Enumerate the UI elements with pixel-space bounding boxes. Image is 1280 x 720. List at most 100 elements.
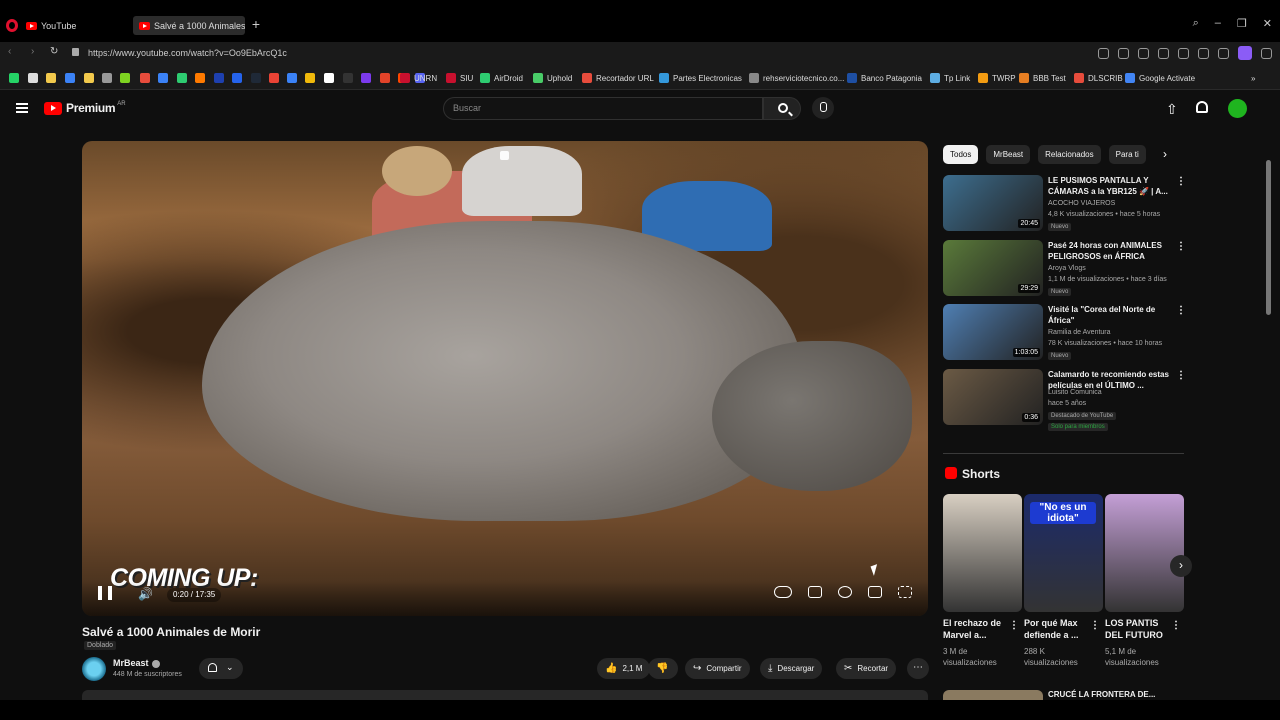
short-title[interactable]: LOS PANTIS DEL FUTURO bbox=[1105, 617, 1175, 641]
bookmark-icon[interactable] bbox=[120, 72, 130, 84]
heart-icon[interactable] bbox=[1178, 47, 1189, 59]
video-player[interactable]: COMING UP: 🔊 0:20 / 17:35 bbox=[82, 141, 928, 616]
tab-youtube[interactable]: YouTube bbox=[20, 16, 125, 35]
channel-avatar[interactable] bbox=[82, 657, 106, 681]
bookmark-item[interactable]: Tp Link bbox=[930, 72, 970, 84]
bookmark-icon[interactable] bbox=[65, 72, 75, 84]
scrollbar[interactable] bbox=[1266, 160, 1271, 315]
filter-chip[interactable]: Todos bbox=[943, 145, 979, 164]
short-title[interactable]: Por qué Max defiende a ... bbox=[1024, 617, 1094, 641]
more-bookmarks-icon[interactable]: » bbox=[1251, 72, 1255, 84]
bookmark-icon[interactable] bbox=[102, 72, 112, 84]
bookmark-item[interactable]: Partes Electronicas bbox=[659, 72, 742, 84]
recommendation-item[interactable]: 1:03:05 Visité la "Corea del Norte de Áfr… bbox=[943, 304, 1188, 362]
recommendation-channel[interactable]: Aroya Vlogs bbox=[1048, 265, 1086, 272]
like-button[interactable]: 👍 2,1 M bbox=[597, 658, 651, 679]
autoplay-toggle-icon[interactable] bbox=[774, 586, 792, 598]
bookmark-icon[interactable] bbox=[361, 72, 371, 84]
bookmark-icon[interactable] bbox=[28, 72, 38, 84]
close-icon[interactable]: ✕ bbox=[1263, 17, 1272, 30]
filter-chip[interactable]: Para ti bbox=[1108, 145, 1146, 164]
bookmark-icon[interactable] bbox=[177, 72, 187, 84]
extensions-icon[interactable] bbox=[1261, 47, 1272, 59]
channel-name[interactable]: MrBeast bbox=[113, 658, 160, 668]
upload-icon[interactable]: ⇧ bbox=[1166, 101, 1178, 118]
bookmark-icon[interactable] bbox=[232, 72, 242, 84]
bookmark-item[interactable]: Banco Patagonia bbox=[847, 72, 922, 84]
miniplayer-icon[interactable] bbox=[868, 586, 882, 598]
bookmark-icon[interactable] bbox=[9, 72, 19, 84]
bookmark-item[interactable]: Uphold bbox=[533, 72, 572, 84]
hamburger-menu-icon[interactable] bbox=[16, 103, 28, 113]
recommendation-item[interactable]: 20:45 LE PUSIMOS PANTALLA Y CÁMARAS a la … bbox=[943, 175, 1188, 233]
more-options-icon[interactable]: ⋮ bbox=[1176, 241, 1186, 252]
bookmark-item[interactable]: Recortador URL bbox=[582, 72, 654, 84]
bookmark-icon[interactable] bbox=[140, 72, 150, 84]
recommendation-thumbnail[interactable]: 1:03:05 bbox=[943, 304, 1043, 360]
fullscreen-icon[interactable] bbox=[898, 586, 912, 598]
bookmark-item[interactable]: AirDroid bbox=[480, 72, 523, 84]
shorts-next-icon[interactable]: › bbox=[1170, 555, 1192, 577]
url-field[interactable]: https://www.youtube.com/watch?v=Oo9EbArc… bbox=[88, 48, 287, 58]
download-icon[interactable] bbox=[1198, 47, 1209, 59]
subtitles-icon[interactable] bbox=[808, 586, 822, 598]
short-title[interactable]: El rechazo de Marvel a... bbox=[943, 617, 1013, 641]
download-button[interactable]: ⤓ Descargar bbox=[760, 658, 823, 679]
subscription-bell-button[interactable]: ⌄ bbox=[199, 658, 243, 679]
voice-search-icon[interactable] bbox=[812, 97, 834, 119]
bookmark-item[interactable]: BBB Test bbox=[1019, 72, 1066, 84]
bookmark-icon[interactable] bbox=[214, 72, 224, 84]
more-options-icon[interactable]: ⋮ bbox=[1176, 176, 1186, 187]
forward-icon[interactable]: › bbox=[31, 46, 34, 57]
bookmark-icon[interactable] bbox=[251, 72, 261, 84]
bookmark-item[interactable]: SIU bbox=[446, 72, 473, 84]
recommendation-title[interactable]: Pasé 24 horas con ANIMALES PELIGROSOS en… bbox=[1048, 240, 1173, 262]
more-options-icon[interactable]: ⋮ bbox=[1176, 305, 1186, 316]
more-options-icon[interactable]: ⋮ bbox=[1090, 620, 1100, 631]
settings-gear-icon[interactable] bbox=[838, 586, 852, 598]
menu-icon[interactable] bbox=[1218, 47, 1229, 59]
youtube-logo[interactable]: Premium AR bbox=[44, 101, 126, 115]
bookmark-item[interactable]: DLSCRIB bbox=[1074, 72, 1123, 84]
restore-icon[interactable]: ❐ bbox=[1237, 17, 1247, 30]
short-thumbnail[interactable] bbox=[1105, 494, 1184, 612]
bookmark-icon[interactable] bbox=[195, 72, 205, 84]
dislike-button[interactable]: 👎 bbox=[648, 658, 678, 679]
short-thumbnail[interactable] bbox=[943, 494, 1022, 612]
recommendation-thumbnail[interactable]: 29:29 bbox=[943, 240, 1043, 296]
recommendation-title[interactable]: Visité la "Corea del Norte de África" bbox=[1048, 304, 1173, 326]
shield-icon[interactable] bbox=[1138, 47, 1149, 59]
recommendation-channel[interactable]: Luisito Comunica bbox=[1048, 389, 1102, 396]
recommendation-title[interactable]: LE PUSIMOS PANTALLA Y CÁMARAS a la YBR12… bbox=[1048, 175, 1173, 197]
more-options-icon[interactable]: ⋮ bbox=[1176, 370, 1186, 381]
filter-chip[interactable]: MrBeast bbox=[986, 145, 1031, 164]
volume-icon[interactable]: 🔊 bbox=[138, 587, 153, 601]
bookmark-item[interactable]: TWRP bbox=[978, 72, 1016, 84]
short-thumbnail[interactable]: "No es un idiota" bbox=[1024, 494, 1103, 612]
zoom-icon[interactable] bbox=[1098, 47, 1109, 59]
bookmark-icon[interactable] bbox=[380, 72, 390, 84]
search-input[interactable]: Buscar bbox=[443, 97, 763, 120]
bookmark-icon[interactable] bbox=[46, 72, 56, 84]
avatar[interactable] bbox=[1228, 99, 1247, 118]
bookmark-icon[interactable] bbox=[324, 72, 334, 84]
bookmark-item[interactable]: UNRN bbox=[400, 72, 437, 84]
reload-icon[interactable]: ↻ bbox=[50, 46, 58, 57]
bookmark-item[interactable]: Google Activate bbox=[1125, 72, 1195, 84]
clip-button[interactable]: ✂ Recortar bbox=[836, 658, 897, 679]
more-options-icon[interactable]: ⋮ bbox=[1171, 620, 1181, 631]
bookmark-icon[interactable] bbox=[343, 72, 353, 84]
notifications-icon[interactable] bbox=[1196, 101, 1208, 113]
bookmark-icon[interactable] bbox=[158, 72, 168, 84]
recommendation-thumbnail[interactable]: 0:36 bbox=[943, 369, 1043, 425]
back-icon[interactable]: ‹ bbox=[8, 46, 11, 57]
share-button[interactable]: ↪ Compartir bbox=[685, 658, 750, 679]
search-tabs-icon[interactable]: ⌕ bbox=[1193, 17, 1199, 30]
bookmark-icon[interactable] bbox=[305, 72, 315, 84]
search-button[interactable] bbox=[763, 97, 801, 120]
pause-icon[interactable] bbox=[98, 586, 112, 600]
tab-video[interactable]: Salvé a 1000 Animales bbox=[133, 16, 245, 35]
filter-chip[interactable]: Relacionados bbox=[1038, 145, 1101, 164]
bookmark-icon[interactable] bbox=[84, 72, 94, 84]
recommendation-item[interactable]: 29:29 Pasé 24 horas con ANIMALES PELIGROS… bbox=[943, 240, 1188, 298]
